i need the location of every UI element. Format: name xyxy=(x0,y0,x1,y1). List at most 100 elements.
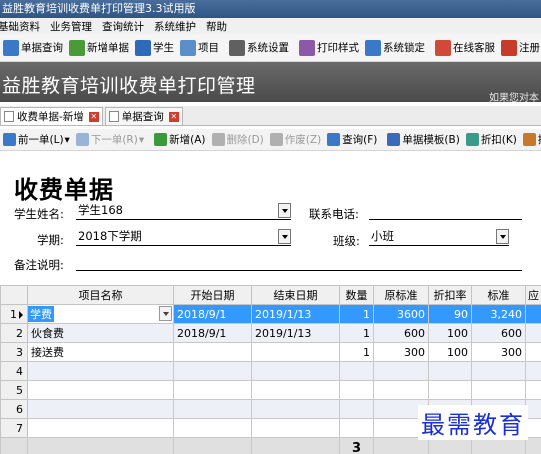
row-header[interactable]: 7 xyxy=(0,418,28,438)
toolbar-button-students[interactable]: 学生 xyxy=(132,35,177,61)
cell-start[interactable] xyxy=(173,361,252,381)
cell-orig[interactable]: 600 xyxy=(373,323,429,343)
toolbar-button-new-doc[interactable]: 新增单据 xyxy=(66,35,132,61)
cell-end[interactable]: 2019/1/13 xyxy=(251,323,340,343)
chevron-down-icon[interactable]: ▾ xyxy=(65,134,70,146)
row-header[interactable]: 2 xyxy=(0,323,28,343)
cell-std[interactable]: 300 xyxy=(471,342,526,362)
cell-item[interactable]: 学费 xyxy=(27,304,174,324)
cell-due[interactable] xyxy=(525,380,541,400)
column-header-discount-rate[interactable]: 折扣率 xyxy=(428,285,472,305)
row-header[interactable]: 6 xyxy=(0,399,28,419)
cell-qty[interactable] xyxy=(339,399,374,419)
cell-due[interactable] xyxy=(525,304,541,324)
cell-discount[interactable] xyxy=(428,380,472,400)
column-header-end-date[interactable]: 结束日期 xyxy=(251,285,340,305)
row-header[interactable]: 5 xyxy=(0,380,28,400)
cell-end[interactable]: 2019/1/13 xyxy=(251,304,340,324)
cell-std[interactable]: 600 xyxy=(471,323,526,343)
cell-item[interactable]: 接送费 xyxy=(27,342,174,362)
class-select[interactable]: 小班 xyxy=(369,228,509,246)
cell-qty[interactable] xyxy=(339,418,374,438)
phone-field[interactable] xyxy=(369,202,522,220)
cell-start[interactable]: 2018/9/1 xyxy=(173,304,252,324)
column-header-original-price[interactable]: 原标准 xyxy=(373,285,429,305)
toolbar-button-print-style[interactable]: 打印样式 xyxy=(296,35,362,61)
cell-qty[interactable]: 1 xyxy=(339,342,374,362)
row-header[interactable]: 4 xyxy=(0,361,28,381)
cell-std[interactable] xyxy=(471,361,526,381)
cell-end[interactable] xyxy=(251,342,340,362)
cell-end[interactable] xyxy=(251,418,340,438)
cell-discount[interactable]: 90 xyxy=(428,304,472,324)
column-header-item[interactable]: 项目名称 xyxy=(27,285,174,305)
chevron-down-icon[interactable] xyxy=(159,306,172,321)
table-row[interactable]: 5 xyxy=(0,380,541,400)
button-discount[interactable]: 折扣(K) xyxy=(463,130,520,150)
cell-item[interactable] xyxy=(27,399,174,419)
cell-start[interactable] xyxy=(173,399,252,419)
close-icon[interactable]: ✕ xyxy=(168,111,179,122)
column-header-standard[interactable]: 标准 xyxy=(471,285,526,305)
table-row[interactable]: 2 伙食费 2018/9/1 2019/1/13 1 600 100 600 xyxy=(0,323,541,343)
cell-start[interactable]: 2018/9/1 xyxy=(173,323,252,343)
cell-item[interactable]: 伙食费 xyxy=(27,323,174,343)
menu-business[interactable]: 业务管理 xyxy=(50,19,98,34)
cell-qty[interactable] xyxy=(339,380,374,400)
button-query[interactable]: 查询(F) xyxy=(324,130,380,150)
menu-query-stats[interactable]: 查询统计 xyxy=(102,19,150,34)
cell-discount[interactable]: 100 xyxy=(428,323,472,343)
table-row[interactable]: 1 学费 2018/9/1 2019/1/13 1 3600 90 3,240 xyxy=(0,304,541,324)
cell-discount[interactable]: 100 xyxy=(428,342,472,362)
row-header[interactable]: 3 xyxy=(0,342,28,362)
cell-item[interactable] xyxy=(27,361,174,381)
cell-qty[interactable]: 1 xyxy=(339,304,374,324)
button-add[interactable]: 新增(A) xyxy=(151,130,208,150)
cell-due[interactable] xyxy=(525,323,541,343)
cell-qty[interactable] xyxy=(339,361,374,381)
table-row[interactable]: 3 接送费 1 300 100 300 xyxy=(0,342,541,362)
chevron-down-icon[interactable]: ▾ xyxy=(139,134,144,146)
cell-due[interactable] xyxy=(525,361,541,381)
toolbar-button-gear[interactable]: 系统设置 xyxy=(226,35,292,61)
cell-orig[interactable]: 300 xyxy=(373,342,429,362)
cell-orig[interactable]: 3600 xyxy=(373,304,429,324)
toolbar-button-search-doc[interactable]: 单据查询 xyxy=(0,35,66,61)
tab-new-receipt[interactable]: 收费单据-新增 ✕ xyxy=(0,107,103,125)
close-icon[interactable]: ✕ xyxy=(88,111,99,122)
button-template[interactable]: 单据模板(B) xyxy=(384,130,462,150)
cell-end[interactable] xyxy=(251,399,340,419)
button-prev[interactable]: 前一单(L) ▾ xyxy=(0,130,73,150)
term-select[interactable]: 2018下学期 xyxy=(76,228,291,246)
tab-receipt-query[interactable]: 单据查询 ✕ xyxy=(104,107,183,125)
toolbar-button-register[interactable]: 注册 xyxy=(498,35,541,61)
cell-start[interactable] xyxy=(173,342,252,362)
chevron-down-icon[interactable] xyxy=(278,229,291,244)
toolbar-button-lock[interactable]: 系统锁定 xyxy=(362,35,428,61)
table-row[interactable]: 4 xyxy=(0,361,541,381)
toolbar-button-support[interactable]: 在线客服 xyxy=(432,35,498,61)
menu-help[interactable]: 帮助 xyxy=(206,19,233,34)
column-header-start-date[interactable]: 开始日期 xyxy=(173,285,252,305)
student-name-select[interactable]: 学生168 xyxy=(76,202,291,220)
column-header-quantity[interactable]: 数量 xyxy=(339,285,374,305)
cell-std[interactable]: 3,240 xyxy=(471,304,526,324)
menu-system[interactable]: 系统维护 xyxy=(154,19,202,34)
cell-orig[interactable] xyxy=(373,361,429,381)
chevron-down-icon[interactable] xyxy=(496,229,509,244)
cell-end[interactable] xyxy=(251,361,340,381)
column-header-due[interactable]: 应 xyxy=(525,285,541,305)
row-header[interactable]: 1 xyxy=(0,304,28,324)
cell-due[interactable] xyxy=(525,342,541,362)
chevron-down-icon[interactable] xyxy=(278,203,291,218)
cell-end[interactable] xyxy=(251,380,340,400)
cell-item[interactable] xyxy=(27,418,174,438)
cell-std[interactable] xyxy=(471,380,526,400)
cell-orig[interactable] xyxy=(373,380,429,400)
button-operate[interactable]: 操作(M)▾ xyxy=(520,130,541,150)
menu-basic-data[interactable]: 基础资料 xyxy=(0,19,46,34)
cell-start[interactable] xyxy=(173,380,252,400)
cell-qty[interactable]: 1 xyxy=(339,323,374,343)
cell-start[interactable] xyxy=(173,418,252,438)
toolbar-button-grid[interactable]: 项目 xyxy=(177,35,222,61)
